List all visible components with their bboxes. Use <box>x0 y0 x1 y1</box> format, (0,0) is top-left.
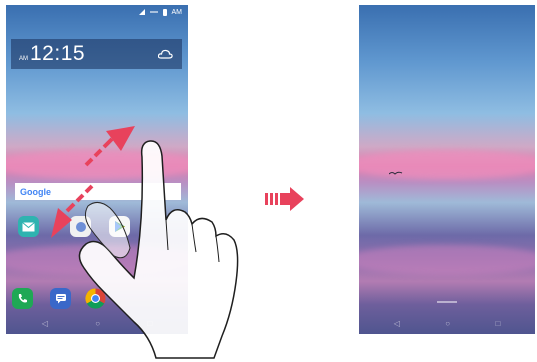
arrow-right-icon <box>265 187 304 211</box>
recents-button[interactable]: □ <box>147 319 152 328</box>
battery-icon <box>162 8 167 16</box>
play-store-icon <box>114 221 125 232</box>
email-icon <box>22 221 35 231</box>
cloud-icon <box>158 49 173 59</box>
recents-button[interactable]: □ <box>495 319 500 328</box>
cloud-band <box>6 149 188 180</box>
cloud-band <box>359 245 535 275</box>
bird-icon <box>389 171 403 175</box>
messaging-icon <box>55 294 66 304</box>
chrome-icon <box>85 288 106 309</box>
messaging-app[interactable] <box>50 288 71 309</box>
clock-ampm: AM <box>19 55 28 62</box>
google-search-bar[interactable]: Google <box>15 183 181 200</box>
cloud-band <box>6 245 188 275</box>
phone-app[interactable] <box>12 288 33 309</box>
right-phone-screen: ◁ ○ □ <box>359 5 535 334</box>
google-label: Google <box>20 186 51 197</box>
email-app[interactable] <box>18 216 39 237</box>
status-bar: AM <box>6 5 188 19</box>
navigation-bar: ◁ ○ □ <box>359 312 535 334</box>
back-button[interactable]: ◁ <box>42 319 48 328</box>
navigation-bar: ◁ ○ □ <box>6 312 188 334</box>
cloud-band <box>359 149 535 180</box>
unknown-app[interactable] <box>70 216 91 237</box>
clock-weather-widget[interactable]: AM 12:15 <box>11 39 182 69</box>
chrome-app[interactable] <box>85 288 106 309</box>
unknown-app-icon <box>75 221 86 232</box>
home-button[interactable]: ○ <box>445 319 450 328</box>
back-button[interactable]: ◁ <box>394 319 400 328</box>
status-ampm: AM <box>171 8 183 16</box>
phone-icon <box>18 294 27 303</box>
page-indicator <box>437 301 457 303</box>
left-phone-screen: AM AM 12:15 Google ◁ ○ □ <box>6 5 188 334</box>
home-button[interactable]: ○ <box>95 319 100 328</box>
clock-time: 12:15 <box>30 42 86 65</box>
signal-icon <box>138 9 145 15</box>
play-store-app[interactable] <box>109 216 130 237</box>
wifi-icon <box>149 11 158 13</box>
